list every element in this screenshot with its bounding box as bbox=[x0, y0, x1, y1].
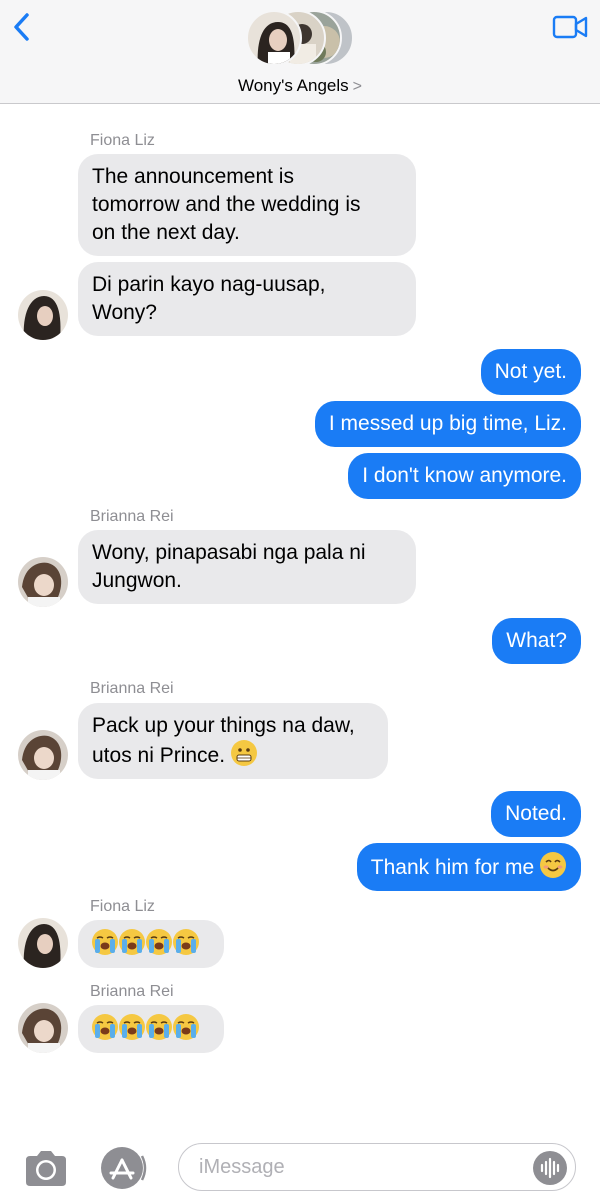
sender-avatar[interactable] bbox=[18, 730, 68, 780]
message-line: Wony? bbox=[92, 301, 157, 324]
loudly-crying-face-icon bbox=[173, 929, 199, 955]
group-avatar-stack[interactable] bbox=[246, 10, 356, 68]
sender-name: Brianna Rei bbox=[90, 508, 174, 525]
group-member-avatar bbox=[246, 10, 302, 66]
group-name[interactable]: Wony's Angels > bbox=[0, 76, 600, 96]
incoming-message-bubble[interactable]: Wony, pinapasabi nga pala ni Jungwon. bbox=[78, 530, 416, 604]
video-call-button[interactable] bbox=[552, 14, 588, 40]
back-button[interactable] bbox=[8, 10, 38, 44]
loudly-crying-face-icon bbox=[119, 929, 145, 955]
chat-header: Wony's Angels > bbox=[0, 0, 600, 104]
outgoing-message-bubble[interactable]: Noted. bbox=[491, 791, 581, 837]
sender-avatar[interactable] bbox=[18, 557, 68, 607]
audio-message-button[interactable] bbox=[533, 1151, 567, 1185]
group-name-label: Wony's Angels bbox=[237, 76, 349, 95]
incoming-message-bubble[interactable] bbox=[78, 1005, 224, 1053]
loudly-crying-face-icon bbox=[92, 929, 118, 955]
message-line: utos ni Prince. bbox=[92, 744, 226, 767]
outgoing-message-bubble[interactable]: I don't know anymore. bbox=[348, 453, 581, 499]
outgoing-message-bubble[interactable]: I messed up big time, Liz. bbox=[314, 401, 581, 447]
waveform-icon bbox=[540, 1157, 560, 1179]
message-line: The announcement is bbox=[92, 165, 294, 188]
sender-name: Brianna Rei bbox=[90, 680, 174, 697]
message-line: Pack up your things na daw, bbox=[92, 714, 355, 737]
message-line: on the next day. bbox=[92, 221, 240, 244]
loudly-crying-face-icon bbox=[146, 1014, 172, 1040]
imessage-placeholder: iMessage bbox=[199, 1156, 285, 1178]
message-line: Di parin kayo nag-uusap, bbox=[92, 273, 326, 296]
loudly-crying-face-icon bbox=[146, 929, 172, 955]
chevron-left-icon bbox=[14, 13, 29, 41]
message-line: tomorrow and the wedding is bbox=[92, 193, 361, 216]
incoming-message-bubble[interactable]: Pack up your things na daw, utos ni Prin… bbox=[78, 703, 388, 779]
camera-icon bbox=[26, 1151, 66, 1186]
video-camera-icon bbox=[552, 15, 588, 39]
chevron-right-icon: > bbox=[352, 78, 362, 95]
sender-avatar[interactable] bbox=[18, 918, 68, 968]
sender-name: Fiona Liz bbox=[90, 898, 155, 915]
incoming-message-bubble[interactable]: Di parin kayo nag-uusap, Wony? bbox=[78, 262, 416, 336]
app-store-icon bbox=[101, 1147, 147, 1189]
camera-button[interactable] bbox=[22, 1148, 70, 1188]
outgoing-message-bubble[interactable]: Not yet. bbox=[480, 349, 581, 395]
app-store-button[interactable] bbox=[98, 1146, 150, 1190]
grimacing-face-icon bbox=[230, 740, 257, 766]
incoming-message-bubble[interactable] bbox=[78, 920, 224, 968]
incoming-message-bubble[interactable]: The announcement is tomorrow and the wed… bbox=[78, 154, 416, 256]
message-line: Wony, pinapasabi nga pala ni bbox=[92, 541, 366, 564]
sender-name: Brianna Rei bbox=[90, 983, 174, 1000]
loudly-crying-face-icon bbox=[119, 1014, 145, 1040]
outgoing-message-bubble[interactable]: What? bbox=[492, 618, 581, 664]
imessage-input[interactable]: iMessage bbox=[178, 1143, 576, 1191]
smiling-face-icon bbox=[540, 852, 566, 878]
outgoing-message-bubble[interactable]: Thank him for me bbox=[356, 843, 581, 891]
sender-avatar[interactable] bbox=[18, 290, 68, 340]
message-text: Thank him for me bbox=[370, 856, 535, 879]
message-line: Jungwon. bbox=[92, 569, 182, 592]
sender-avatar[interactable] bbox=[18, 1003, 68, 1053]
loudly-crying-face-icon bbox=[92, 1014, 118, 1040]
sender-name: Fiona Liz bbox=[90, 132, 155, 149]
loudly-crying-face-icon bbox=[173, 1014, 199, 1040]
